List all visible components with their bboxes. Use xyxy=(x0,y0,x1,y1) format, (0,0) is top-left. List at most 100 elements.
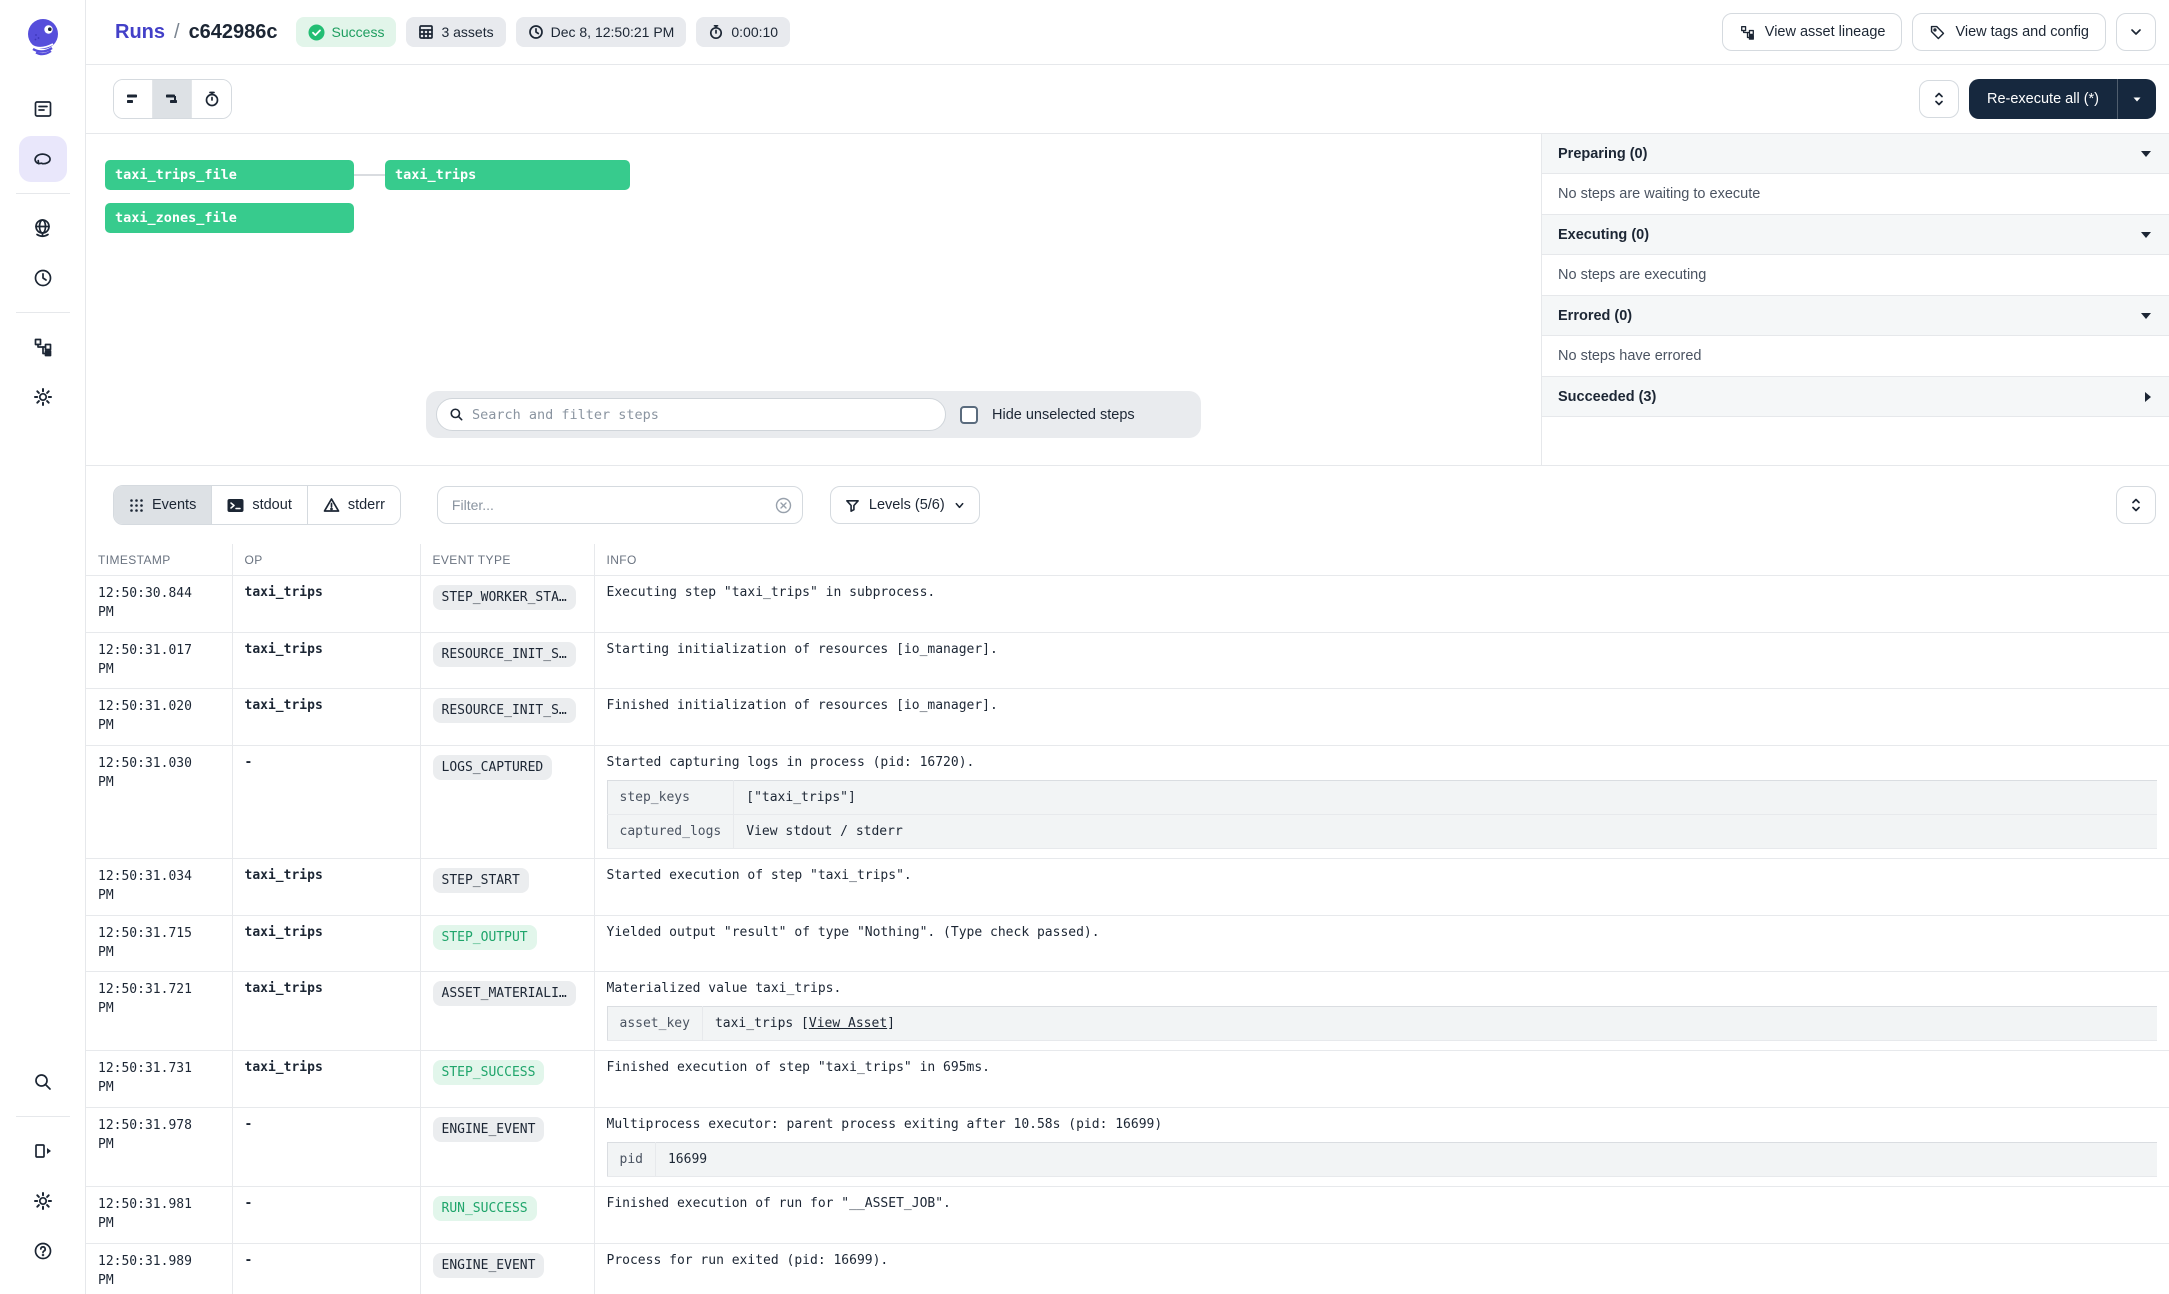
main-content: Runs / c642986c Success 3 assets xyxy=(86,0,2169,1294)
sidebar-item-deployment[interactable] xyxy=(19,205,67,251)
gantt-view-flat-button[interactable] xyxy=(114,80,153,118)
event-op: - xyxy=(232,746,420,859)
event-type-badge: STEP_OUTPUT xyxy=(433,925,537,950)
event-metadata-table: pid16699 xyxy=(607,1142,2158,1177)
steps-section-executing[interactable]: Executing (0) xyxy=(1542,215,2169,255)
event-type-cell: ENGINE_EVENT xyxy=(420,1108,594,1187)
event-row: 12:50:31.017PM taxi_trips RESOURCE_INIT_… xyxy=(86,632,2169,689)
event-row: 12:50:31.715PM taxi_trips STEP_OUTPUT Yi… xyxy=(86,915,2169,972)
expand-collapse-rows-button[interactable] xyxy=(2116,486,2156,524)
clock-icon xyxy=(528,24,544,40)
gantt-step-bar[interactable]: taxi_trips_file xyxy=(105,160,354,190)
funnel-icon xyxy=(845,498,860,513)
event-timestamp: 12:50:31.017PM xyxy=(86,632,232,689)
event-row: 12:50:31.989PM - ENGINE_EVENT Process fo… xyxy=(86,1243,2169,1294)
clear-filter-icon[interactable] xyxy=(775,497,792,514)
left-sidebar xyxy=(0,0,86,1294)
assets-count-badge[interactable]: 3 assets xyxy=(406,17,505,47)
tab-events[interactable]: Events xyxy=(114,486,212,524)
event-type-cell: ENGINE_EVENT xyxy=(420,1243,594,1294)
tab-stdout[interactable]: stdout xyxy=(212,486,308,524)
sidebar-divider xyxy=(16,312,70,313)
sidebar-item-asset-lineage[interactable] xyxy=(19,324,67,370)
gantt-step-bar[interactable]: taxi_zones_file xyxy=(105,203,354,233)
column-header-op[interactable]: OP xyxy=(232,544,420,576)
run-body: taxi_trips_file taxi_trips taxi_zones_fi… xyxy=(86,133,2169,465)
metadata-key: asset_key xyxy=(607,1007,702,1041)
gear-icon xyxy=(32,386,54,408)
start-time-badge: Dec 8, 12:50:21 PM xyxy=(516,17,687,47)
run-gantt-section: Re-execute all (*) taxi_trips_file taxi_… xyxy=(86,65,2169,465)
section-title: Errored (0) xyxy=(1558,308,1632,324)
metadata-value-logs-link[interactable]: View stdout / stderr xyxy=(734,815,2157,849)
lineage-icon xyxy=(1739,24,1756,41)
events-table-header: TIMESTAMP OP EVENT TYPE INFO xyxy=(86,544,2169,576)
view-tags-config-button[interactable]: View tags and config xyxy=(1912,13,2106,51)
sidebar-item-runs[interactable] xyxy=(19,136,67,182)
levels-filter-button[interactable]: Levels (5/6) xyxy=(830,486,980,524)
event-row: 12:50:31.030PM - LOGS_CAPTURED Started c… xyxy=(86,746,2169,859)
event-type-badge: LOGS_CAPTURED xyxy=(433,755,553,780)
sidebar-item-schedules[interactable] xyxy=(19,255,67,301)
event-info: Finished initialization of resources [io… xyxy=(594,689,2169,746)
event-type-cell: LOGS_CAPTURED xyxy=(420,746,594,859)
event-type-cell: STEP_WORKER_STA… xyxy=(420,576,594,633)
chevron-down-icon xyxy=(2141,151,2151,157)
expand-collapse-button[interactable] xyxy=(1919,80,1959,118)
event-type-badge: STEP_SUCCESS xyxy=(433,1060,545,1085)
sidebar-item-expand-panel[interactable] xyxy=(19,1128,67,1174)
event-info: Multiprocess executor: parent process ex… xyxy=(594,1108,2169,1187)
header-more-button[interactable] xyxy=(2116,13,2156,51)
column-header-event-type[interactable]: EVENT TYPE xyxy=(420,544,594,576)
reexecute-all-button[interactable]: Re-execute all (*) xyxy=(1969,79,2117,119)
status-badge: Success xyxy=(296,17,397,47)
event-info: Started execution of step "taxi_trips". xyxy=(594,859,2169,916)
event-info: Executing step "taxi_trips" in subproces… xyxy=(594,576,2169,633)
log-filter-input[interactable] xyxy=(452,497,767,513)
dagster-logo-icon[interactable] xyxy=(21,14,65,58)
warning-triangle-icon xyxy=(323,497,340,513)
runs-icon xyxy=(31,147,55,171)
gantt-view-waterfall-button[interactable] xyxy=(153,80,192,118)
steps-section-errored[interactable]: Errored (0) xyxy=(1542,296,2169,336)
gantt-search-overlay: Hide unselected steps xyxy=(426,391,1201,438)
event-timestamp: 12:50:31.981PM xyxy=(86,1187,232,1244)
hide-unselected-checkbox[interactable] xyxy=(960,406,978,424)
event-op: taxi_trips xyxy=(232,689,420,746)
event-info: Materialized value taxi_trips. asset_key… xyxy=(594,972,2169,1051)
steps-section-preparing[interactable]: Preparing (0) xyxy=(1542,134,2169,174)
event-type-badge: RUN_SUCCESS xyxy=(433,1196,537,1221)
reexecute-options-button[interactable] xyxy=(2117,79,2156,119)
log-filter-field xyxy=(437,486,803,524)
event-op: taxi_trips xyxy=(232,632,420,689)
steps-section-succeeded[interactable]: Succeeded (3) xyxy=(1542,377,2169,417)
event-row: 12:50:31.020PM taxi_trips RESOURCE_INIT_… xyxy=(86,689,2169,746)
event-op: - xyxy=(232,1243,420,1294)
breadcrumb-runs-link[interactable]: Runs xyxy=(115,21,165,44)
steps-status-panel: Preparing (0) No steps are waiting to ex… xyxy=(1542,134,2169,465)
sidebar-item-settings[interactable] xyxy=(19,374,67,420)
steps-section-body: No steps are waiting to execute xyxy=(1542,174,2169,215)
sidebar-item-overview[interactable] xyxy=(19,86,67,132)
column-header-timestamp[interactable]: TIMESTAMP xyxy=(86,544,232,576)
unfold-icon xyxy=(2129,497,2143,513)
stopwatch-icon xyxy=(203,90,221,108)
gantt-step-bar[interactable]: taxi_trips xyxy=(385,160,630,190)
sidebar-item-help[interactable] xyxy=(19,1228,67,1274)
stopwatch-icon xyxy=(708,24,724,40)
tab-stderr[interactable]: stderr xyxy=(308,486,400,524)
view-asset-link[interactable]: View Asset xyxy=(809,1016,887,1031)
success-check-icon xyxy=(308,24,325,41)
gantt-view-timing-button[interactable] xyxy=(192,80,231,118)
event-timestamp: 12:50:31.721PM xyxy=(86,972,232,1051)
sidebar-item-user-settings[interactable] xyxy=(19,1178,67,1224)
event-info: Finished execution of step "taxi_trips" … xyxy=(594,1051,2169,1108)
gear-icon xyxy=(32,1190,54,1212)
view-asset-lineage-button[interactable]: View asset lineage xyxy=(1722,13,1903,51)
sidebar-item-search[interactable] xyxy=(19,1059,67,1105)
event-type-cell: STEP_SUCCESS xyxy=(420,1051,594,1108)
event-op: - xyxy=(232,1108,420,1187)
gantt-chart[interactable]: taxi_trips_file taxi_trips taxi_zones_fi… xyxy=(86,134,1542,465)
step-search-input[interactable] xyxy=(472,407,933,423)
search-icon xyxy=(449,407,464,422)
